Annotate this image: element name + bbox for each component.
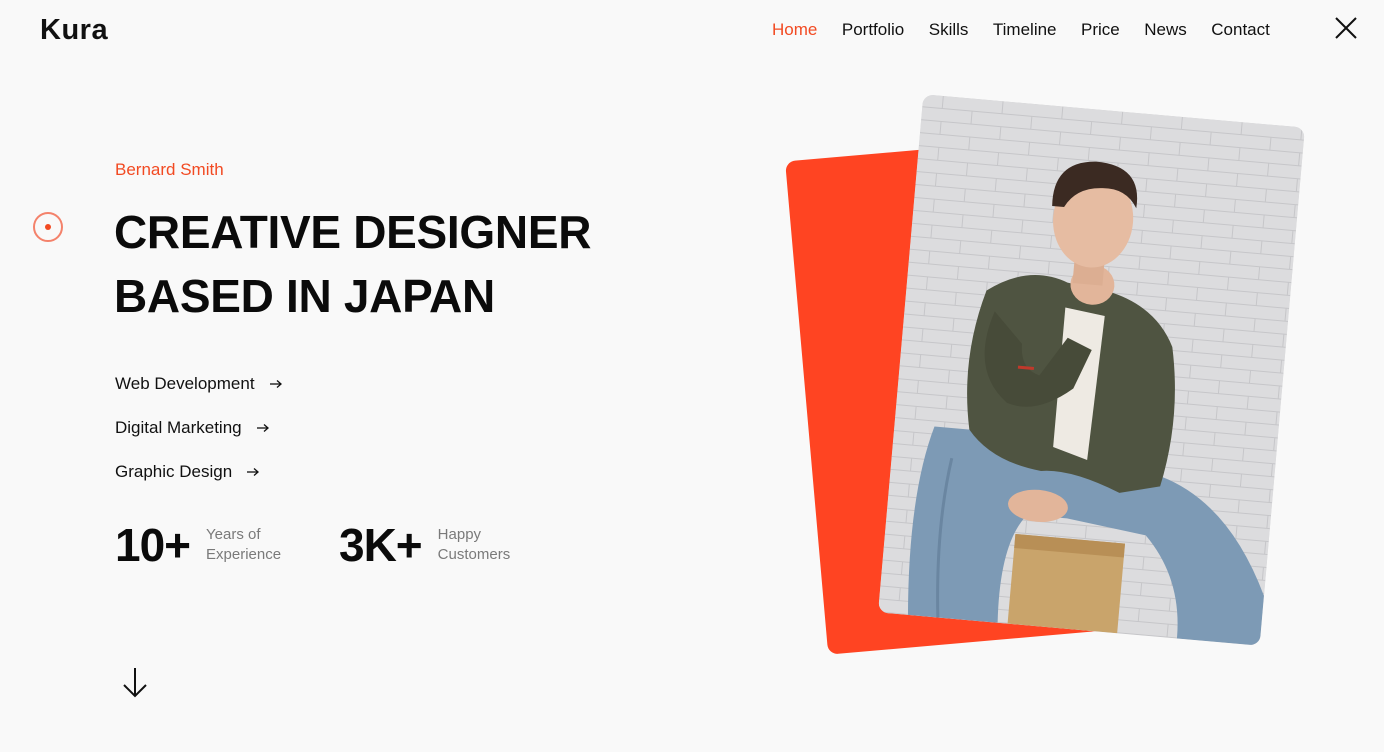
main-nav: Home Portfolio Skills Timeline Price New… <box>772 19 1294 41</box>
arrow-right-icon <box>247 468 260 476</box>
hero-headline: CREATIVE DESIGNER BASED IN JAPAN <box>114 200 674 328</box>
profile-photo <box>878 94 1305 646</box>
nav-item-portfolio[interactable]: Portfolio <box>842 19 904 41</box>
stat-label-line: Experience <box>206 546 282 563</box>
hero-name: Bernard Smith <box>115 160 224 179</box>
stat-label: Years of Experience <box>206 525 281 565</box>
nav-item-news[interactable]: News <box>1144 19 1187 41</box>
stat-experience: 10+ Years of Experience <box>115 518 281 572</box>
service-label: Web Development <box>115 374 255 393</box>
headline-line-2: BASED IN JAPAN <box>114 270 495 322</box>
service-label: Digital Marketing <box>115 418 242 437</box>
service-digital-marketing[interactable]: Digital Marketing <box>115 406 283 450</box>
stat-number: 3K+ <box>339 519 423 571</box>
arrow-right-icon <box>256 424 269 432</box>
nav-item-skills[interactable]: Skills <box>929 19 969 41</box>
headline-line-1: CREATIVE DESIGNER <box>114 206 592 258</box>
close-icon[interactable] <box>1334 16 1358 40</box>
stat-label: Happy Customers <box>438 525 511 565</box>
page: Kura Home Portfolio Skills Timeline Pric… <box>0 0 1384 752</box>
nav-item-price[interactable]: Price <box>1081 19 1120 41</box>
arrow-down-icon[interactable] <box>121 666 149 698</box>
stat-label-line: Customers <box>437 546 511 563</box>
nav-item-contact[interactable]: Contact <box>1211 19 1270 41</box>
stat-label-line: Years of <box>206 526 261 543</box>
logo[interactable]: Kura <box>40 14 108 47</box>
arrow-right-icon <box>269 380 282 388</box>
stat-customers: 3K+ Happy Customers <box>339 518 510 572</box>
section-indicator-icon[interactable] <box>33 212 63 242</box>
service-web-development[interactable]: Web Development <box>115 362 283 406</box>
stat-number: 10+ <box>115 519 191 571</box>
services-list: Web Development Digital Marketing Graphi… <box>115 362 283 494</box>
service-graphic-design[interactable]: Graphic Design <box>115 450 283 494</box>
service-label: Graphic Design <box>115 462 233 481</box>
stat-label-line: Happy <box>437 526 482 543</box>
nav-item-timeline[interactable]: Timeline <box>993 19 1057 41</box>
profile-photo-illustration <box>878 94 1305 646</box>
nav-item-home[interactable]: Home <box>772 19 817 41</box>
